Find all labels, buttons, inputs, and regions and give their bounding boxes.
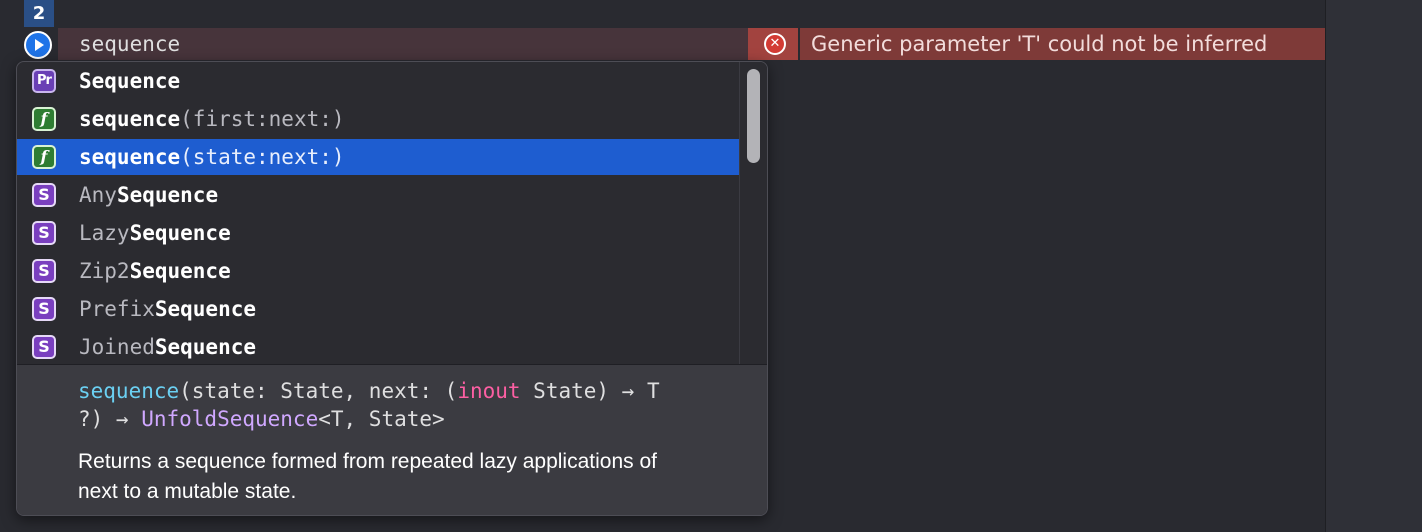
- completion-item[interactable]: S JoinedSequence: [17, 329, 739, 365]
- completion-match: Sequence: [129, 259, 231, 283]
- completion-item[interactable]: f sequence(first:next:): [17, 101, 739, 137]
- completion-match: Sequence: [154, 297, 257, 321]
- completion-item[interactable]: S LazySequence: [17, 215, 739, 251]
- completion-prefix: Any: [79, 183, 117, 207]
- signature-part: (state: State, next: (: [179, 379, 458, 403]
- completion-match: sequence: [79, 145, 181, 169]
- struct-icon: S: [32, 221, 56, 245]
- completion-prefix: Lazy: [79, 221, 130, 245]
- completion-label: LazySequence: [79, 215, 231, 251]
- scrollbar-track[interactable]: [739, 62, 767, 364]
- completion-label: PrefixSequence: [79, 291, 256, 327]
- completion-match: sequence: [79, 107, 181, 131]
- documentation-panel: sequence(state: State, next: (inout Stat…: [17, 364, 767, 515]
- code-completion-popup: Pr Sequence f sequence(first:next:) f sequenc…: [16, 61, 768, 516]
- completion-prefix: Prefix: [79, 297, 155, 321]
- completion-label: JoinedSequence: [79, 329, 256, 365]
- completion-label: Sequence: [79, 63, 180, 99]
- completion-prefix: Zip2: [79, 259, 130, 283]
- code-editor[interactable]: 2 sequence ✕ Generic parameter 'T' could…: [0, 0, 1325, 532]
- completion-match: Sequence: [116, 183, 219, 207]
- error-message: Generic parameter 'T' could not be infer…: [811, 32, 1268, 56]
- completion-label: Zip2Sequence: [79, 253, 231, 289]
- completion-prefix: Joined: [79, 335, 155, 359]
- signature-name: sequence: [78, 379, 180, 403]
- completion-label: AnySequence: [79, 177, 218, 213]
- function-icon: f: [32, 107, 56, 131]
- struct-icon: S: [32, 297, 56, 321]
- completion-match: Sequence: [129, 221, 231, 245]
- play-icon: [35, 39, 44, 51]
- completion-match: Sequence: [79, 69, 181, 93]
- completion-suffix: (state:next:): [180, 145, 345, 169]
- signature-keyword: inout: [457, 379, 521, 403]
- struct-icon: S: [32, 335, 56, 359]
- code-line-text[interactable]: sequence: [79, 28, 180, 60]
- signature-part: <T, State>: [318, 407, 445, 431]
- completion-item[interactable]: Pr Sequence: [17, 63, 739, 99]
- line-number: 2: [32, 3, 46, 24]
- completion-label: sequence(first:next:): [79, 101, 345, 137]
- struct-icon: S: [32, 259, 56, 283]
- completion-match: Sequence: [154, 335, 257, 359]
- protocol-icon: Pr: [32, 69, 56, 93]
- function-description: Returns a sequence formed from repeated …: [78, 450, 657, 503]
- completion-label: sequence(state:next:): [79, 139, 345, 175]
- completion-suffix: (first:next:): [180, 107, 345, 131]
- completion-item[interactable]: S PrefixSequence: [17, 291, 739, 327]
- error-x-icon[interactable]: ✕: [764, 33, 786, 55]
- signature-return-type: UnfoldSequence: [141, 407, 319, 431]
- struct-icon: S: [32, 183, 56, 207]
- function-signature: sequence(state: State, next: (inout Stat…: [78, 377, 758, 433]
- scrollbar-thumb[interactable]: [747, 69, 760, 163]
- completion-item[interactable]: S AnySequence: [17, 177, 739, 213]
- suggestion-list: Pr Sequence f sequence(first:next:) f sequenc…: [17, 62, 739, 364]
- function-icon: f: [32, 145, 56, 169]
- completion-item[interactable]: f sequence(state:next:): [17, 139, 739, 175]
- completion-item[interactable]: S Zip2Sequence: [17, 253, 739, 289]
- run-line-button[interactable]: [24, 31, 52, 59]
- minimap-strip: [1325, 0, 1422, 532]
